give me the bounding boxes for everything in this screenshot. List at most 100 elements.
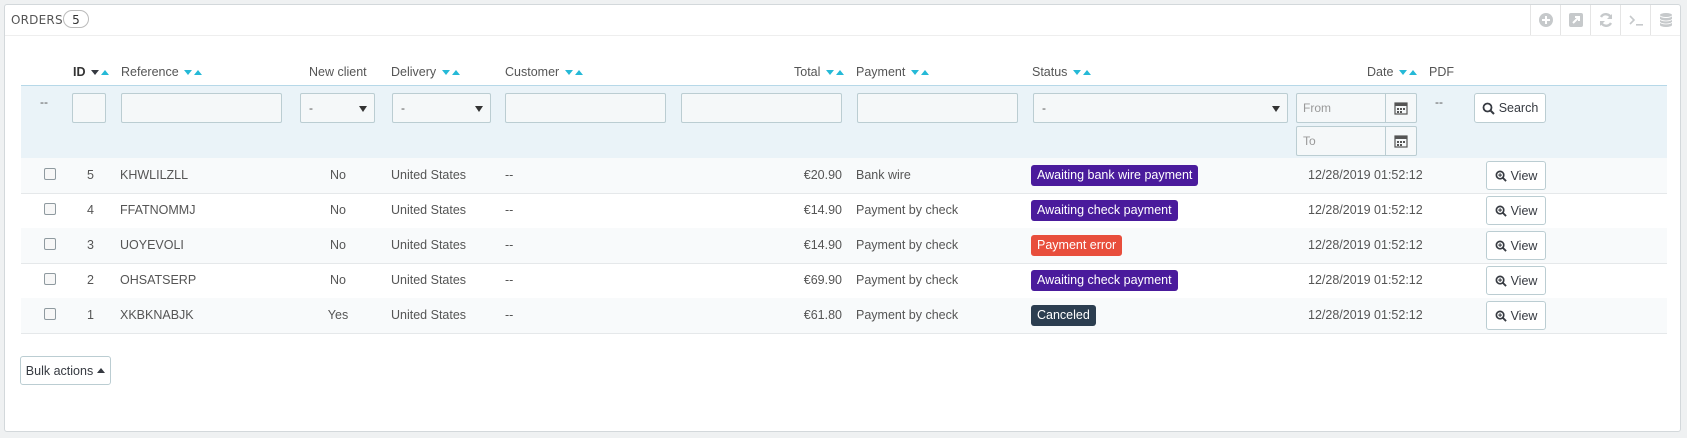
sort-asc-icon[interactable]: [194, 70, 203, 76]
view-button[interactable]: View: [1486, 161, 1546, 190]
order-status-badge: Awaiting check payment: [1031, 270, 1178, 291]
order-date: 12/28/2019 01:52:12: [1308, 203, 1423, 217]
search-button[interactable]: Search: [1474, 93, 1546, 123]
sort-asc-icon[interactable]: [451, 70, 460, 76]
order-reference: XKBKNABJK: [120, 308, 194, 322]
sort-desc-icon[interactable]: [910, 70, 919, 76]
filter-new-client-value: -: [309, 101, 313, 115]
sort-asc-icon[interactable]: [100, 70, 109, 76]
order-status-badge: Payment error: [1031, 235, 1123, 256]
filter-delivery-select[interactable]: -: [392, 93, 491, 123]
column-header-payment-label: Payment: [856, 65, 906, 79]
sort-desc-icon[interactable]: [441, 70, 450, 76]
order-id: 2: [87, 273, 94, 287]
column-header-payment[interactable]: Payment: [856, 65, 929, 79]
column-header-reference[interactable]: Reference: [121, 65, 203, 79]
order-status-badge: Awaiting bank wire payment: [1031, 165, 1199, 186]
order-date: 12/28/2019 01:52:12: [1308, 308, 1423, 322]
sort-asc-icon[interactable]: [1082, 70, 1091, 76]
filter-status-select[interactable]: -: [1033, 93, 1288, 123]
order-total: €14.90: [803, 238, 842, 252]
sort-desc-icon[interactable]: [90, 70, 99, 76]
column-header-total[interactable]: Total: [794, 65, 844, 79]
column-header-status[interactable]: Status: [1032, 65, 1091, 79]
order-delivery: United States: [391, 273, 467, 287]
sort-asc-icon[interactable]: [835, 70, 844, 76]
row-checkbox[interactable]: [44, 203, 56, 215]
order-payment: Payment by check: [856, 308, 959, 322]
panel-title: ORDERS: [11, 13, 63, 27]
row-checkbox[interactable]: [44, 308, 56, 320]
order-id: 4: [87, 203, 94, 217]
sort-desc-icon[interactable]: [564, 70, 573, 76]
bulk-actions-button[interactable]: Bulk actions: [20, 356, 111, 385]
sort-asc-icon[interactable]: [1408, 70, 1417, 76]
order-payment: Payment by check: [856, 273, 959, 287]
table-row[interactable]: 5 KHWLILZLL No United States -- €20.90 Bank wi…: [21, 158, 1667, 194]
order-new-client: No: [330, 273, 346, 287]
add-icon[interactable]: [1530, 5, 1560, 35]
column-header-new-client: New client: [309, 65, 367, 79]
column-header-reference-label: Reference: [121, 65, 179, 79]
view-button[interactable]: View: [1486, 231, 1546, 260]
table-row[interactable]: 4 FFATNOMMJ No United States -- €14.90 Payment…: [21, 193, 1667, 229]
sort-asc-icon[interactable]: [574, 70, 583, 76]
order-customer: --: [505, 203, 514, 217]
column-header-date[interactable]: Date: [1367, 65, 1417, 79]
sort-desc-icon[interactable]: [825, 70, 834, 76]
view-button-label: View: [1510, 203, 1538, 218]
column-header-id[interactable]: ID: [73, 65, 109, 79]
sort-asc-icon[interactable]: [920, 70, 929, 76]
order-customer: --: [505, 273, 514, 287]
order-id: 1: [87, 308, 94, 322]
order-delivery: United States: [391, 238, 467, 252]
column-header-new-client-label: New client: [309, 65, 367, 79]
order-delivery: United States: [391, 203, 467, 217]
column-header-delivery[interactable]: Delivery: [391, 65, 460, 79]
calendar-from-icon[interactable]: [1385, 93, 1417, 123]
search-button-label: Search: [1498, 101, 1539, 115]
export-icon[interactable]: [1560, 5, 1590, 35]
sort-desc-icon[interactable]: [184, 70, 193, 76]
zoom-in-icon: [1495, 240, 1507, 252]
order-delivery: United States: [391, 168, 467, 182]
filter-total-input[interactable]: [681, 93, 842, 123]
order-customer: --: [505, 308, 514, 322]
column-header-total-label: Total: [794, 65, 821, 79]
checkbox-filter-placeholder: --: [40, 95, 48, 109]
column-header-delivery-label: Delivery: [391, 65, 437, 79]
orders-count-badge: 5: [63, 10, 89, 28]
terminal-icon[interactable]: [1620, 5, 1650, 35]
table-row[interactable]: 3 UOYEVOLI No United States -- €14.90 Payment …: [21, 228, 1667, 264]
view-button-label: View: [1510, 308, 1538, 323]
filter-reference-input[interactable]: [121, 93, 282, 123]
row-checkbox[interactable]: [44, 238, 56, 250]
filter-customer-input[interactable]: [505, 93, 666, 123]
row-checkbox[interactable]: [44, 273, 56, 285]
table-row[interactable]: 1 XKBKNABJK Yes United States -- €61.80 Paymen…: [21, 298, 1667, 334]
column-header-customer[interactable]: Customer: [505, 65, 583, 79]
order-payment: Bank wire: [856, 168, 911, 182]
filter-date-from-input[interactable]: From: [1296, 93, 1386, 123]
table-row[interactable]: 2 OHSATSERP No United States -- €69.90 Payment…: [21, 263, 1667, 299]
filter-new-client-select[interactable]: -: [300, 93, 375, 123]
column-header-status-label: Status: [1032, 65, 1068, 79]
refresh-icon[interactable]: [1590, 5, 1620, 35]
order-total: €20.90: [803, 168, 842, 182]
calendar-to-icon[interactable]: [1385, 126, 1417, 156]
column-header-customer-label: Customer: [505, 65, 560, 79]
view-button[interactable]: View: [1486, 196, 1546, 225]
filter-delivery-value: -: [401, 101, 405, 115]
zoom-in-icon: [1495, 310, 1507, 322]
sort-desc-icon[interactable]: [1398, 70, 1407, 76]
row-checkbox[interactable]: [44, 168, 56, 180]
filter-date-to-input[interactable]: To: [1296, 126, 1386, 156]
view-button[interactable]: View: [1486, 266, 1546, 295]
view-button-label: View: [1510, 273, 1538, 288]
order-new-client: No: [330, 203, 346, 217]
database-icon[interactable]: [1650, 5, 1680, 35]
filter-payment-input[interactable]: [857, 93, 1018, 123]
filter-id-input[interactable]: [72, 93, 106, 123]
sort-desc-icon[interactable]: [1072, 70, 1081, 76]
view-button[interactable]: View: [1486, 301, 1546, 330]
